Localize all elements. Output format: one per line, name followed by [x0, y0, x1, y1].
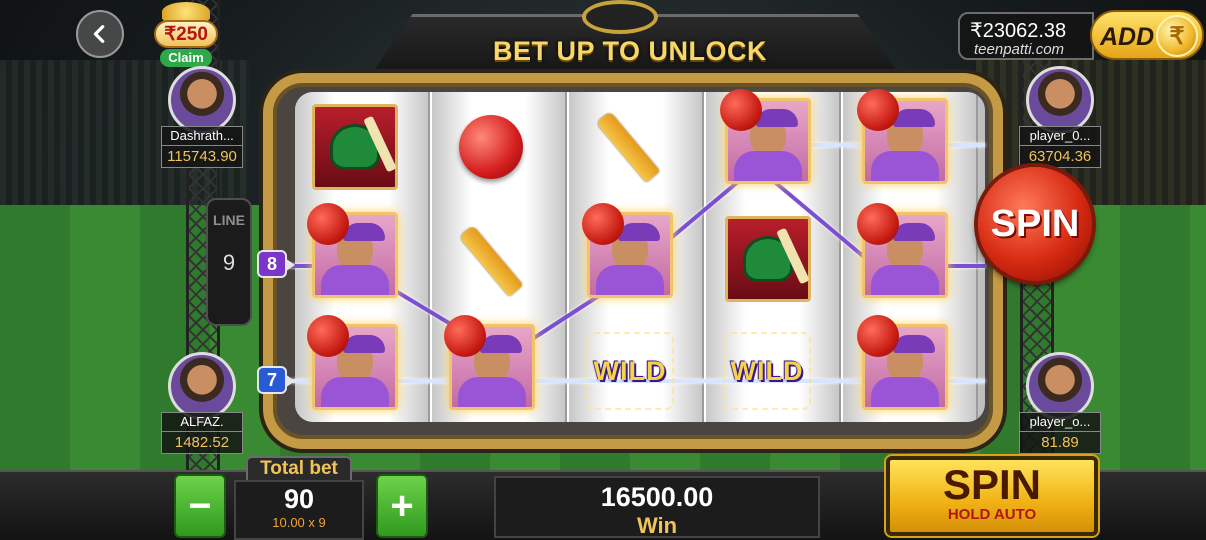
cricket-bat-icon: [596, 111, 660, 183]
claim-label: Claim: [160, 49, 212, 67]
player-balance: 63704.36: [1019, 146, 1101, 168]
avatar: [168, 66, 236, 134]
player-seat-left-top[interactable]: Dashrath... 115743.90: [160, 66, 244, 168]
avatar: [168, 352, 236, 420]
ball-icon: [582, 203, 624, 245]
symbol-cricket-ball: [448, 104, 534, 190]
symbol-purple-player: [582, 203, 673, 298]
player-name: Dashrath...: [161, 126, 243, 146]
win-display: 16500.00 Win: [494, 476, 820, 538]
line-badge-7: 7: [257, 366, 295, 394]
ball-icon: [857, 89, 899, 131]
ball-icon: [307, 315, 349, 357]
bet-display: 90 10.00 x 9: [234, 480, 364, 540]
total-bet-value: 90: [283, 484, 315, 514]
player-seat-right-bottom[interactable]: player_o... 81.89: [1018, 352, 1102, 454]
site-name: teenpatti.com: [974, 41, 1065, 58]
add-label: ADD: [1100, 23, 1155, 51]
chevron-left-icon: [93, 25, 105, 43]
player-balance: 81.89: [1019, 432, 1101, 454]
bet-formula: 10.00 x 9: [272, 515, 326, 530]
symbol-purple-player: [720, 89, 811, 184]
spin-button[interactable]: SPIN HOLD AUTO: [886, 456, 1098, 536]
ball-icon: [857, 315, 899, 357]
back-button[interactable]: [76, 10, 124, 58]
symbol-cricket-bat: [585, 104, 671, 190]
player-balance: 1482.52: [161, 432, 243, 454]
ball-icon: [444, 315, 486, 357]
ball-icon: [307, 203, 349, 245]
spin-label: SPIN: [942, 461, 1042, 508]
claim-bonus-button[interactable]: ₹250 Claim: [150, 2, 222, 67]
symbol-cricket-bat: [448, 218, 534, 304]
symbol-wild: WILD: [719, 328, 815, 414]
cricket-bat-icon: [459, 225, 523, 297]
line-label: LINE: [213, 212, 245, 228]
add-money-button[interactable]: ADD ₹: [1090, 10, 1204, 60]
rupee-coin-icon: ₹: [1156, 15, 1198, 57]
player-name: ALFAZ.: [161, 412, 243, 432]
symbol-purple-player: [857, 315, 948, 410]
player-seat-right-top[interactable]: player_0... 63704.36: [1018, 66, 1102, 168]
coins-icon: [162, 2, 210, 22]
symbol-wild: WILD: [582, 328, 678, 414]
line-value: 9: [222, 250, 236, 275]
increase-bet-button[interactable]: +: [376, 474, 428, 538]
player-name: player_o...: [1019, 412, 1101, 432]
player-seat-left-bottom[interactable]: ALFAZ. 1482.52: [160, 352, 244, 454]
symbol-purple-player: [307, 315, 398, 410]
wallet-balance: ₹23062.38 teenpatti.com: [958, 12, 1094, 60]
line-badge-8: 8: [257, 250, 295, 278]
symbol-purple-player: [444, 315, 535, 410]
line-panel: LINE 9: [206, 198, 252, 326]
win-label: Win: [636, 513, 678, 538]
avatar: [1026, 66, 1094, 134]
symbol-purple-player: [857, 89, 948, 184]
total-bet-label: Total bet: [246, 456, 352, 482]
win-value: 16500.00: [600, 482, 714, 512]
avatar: [1026, 352, 1094, 420]
symbol-purple-player: [857, 203, 948, 298]
decrease-bet-button[interactable]: −: [174, 474, 226, 538]
page-title: BET UP TO UNLOCK: [492, 36, 768, 66]
cricket-ball-icon: [459, 115, 523, 179]
spin-round-button[interactable]: SPIN: [978, 167, 1092, 281]
hold-auto-label: HOLD AUTO: [947, 506, 1037, 523]
ball-icon: [857, 203, 899, 245]
player-name: player_0...: [1019, 126, 1101, 146]
symbol-purple-player: [307, 203, 398, 298]
logo-emblem-icon: [582, 0, 658, 34]
symbol-green-batsman: [725, 216, 811, 302]
claim-amount: ₹250: [154, 20, 218, 48]
player-balance: 115743.90: [161, 146, 243, 168]
ball-icon: [720, 89, 762, 131]
symbol-green-batsman: [312, 104, 398, 190]
balance-amount: ₹23062.38: [970, 20, 1067, 42]
